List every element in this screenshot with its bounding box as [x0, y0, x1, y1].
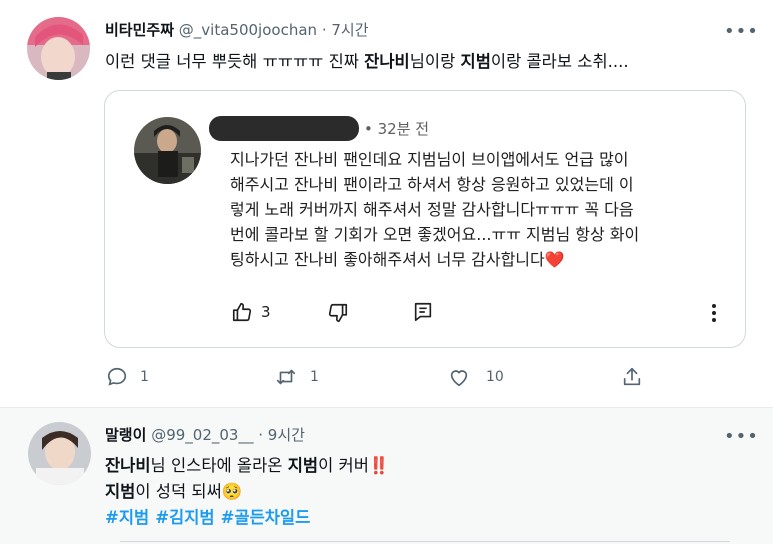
like-button[interactable]: 10	[448, 366, 504, 388]
hashtag-link[interactable]: #김지범	[155, 508, 214, 527]
tweet-text-line-1: 잔나비님 인스타에 올라온 지범이 커버‼️	[105, 456, 390, 475]
retweet-button[interactable]: 1	[274, 366, 319, 388]
timestamp[interactable]: · 9시간	[258, 426, 305, 444]
hashtags: #지범 #김지범 #골든차일드	[105, 505, 316, 530]
tweet-text: 이런 댓글 너무 뿌듯해 ㅠㅠㅠㅠ 진짜 잔나비님이랑 지범이랑 콜라보 소취.…	[105, 52, 629, 71]
avatar[interactable]	[28, 422, 91, 485]
tweet-header: 말랭이 @99_02_03__ · 9시간	[105, 425, 305, 445]
reply-icon	[107, 367, 127, 386]
comment-reply-icon	[414, 302, 432, 322]
tweet-text-line-2: 지범이 성덕 되써🥺	[105, 482, 243, 501]
tweet-1[interactable]: 비타민주짜 @_vita500joochan · 7시간 ••• 이런 댓글 너…	[0, 0, 773, 407]
handle[interactable]: @99_02_03__	[151, 426, 253, 444]
display-name[interactable]: 말랭이	[105, 426, 146, 444]
comment-like-button[interactable]: 3	[231, 301, 271, 323]
double-exclamation-emoji: ‼️	[368, 456, 390, 475]
retweet-icon	[276, 369, 296, 385]
comment-text: 지나가던 잔나비 팬인데요 지범님이 브이앱에서도 언급 많이 해주시고 잔나비…	[230, 150, 640, 269]
like-count: 10	[486, 369, 504, 385]
reply-button[interactable]: 1	[106, 366, 149, 388]
thumbs-down-icon	[328, 303, 348, 323]
redacted-username	[209, 116, 359, 141]
hashtag-link[interactable]: #지범	[105, 508, 149, 527]
avatar[interactable]	[27, 17, 90, 80]
comment-more-button[interactable]	[709, 302, 719, 324]
comment-like-count: 3	[261, 303, 271, 321]
tweet-header: 비타민주짜 @_vita500joochan · 7시간	[105, 20, 369, 40]
heart-icon	[450, 370, 468, 387]
more-dots-icon[interactable]: •••	[724, 23, 759, 41]
comment-dislike-button[interactable]	[327, 302, 349, 324]
share-button[interactable]	[621, 366, 643, 388]
tweet-2[interactable]: 말랭이 @99_02_03__ · 9시간 ••• 잔나비님 인스타에 올라온 …	[0, 407, 773, 544]
more-dots-icon[interactable]: •••	[724, 428, 759, 446]
hashtag-link[interactable]: #골든차일드	[221, 508, 311, 527]
share-icon	[623, 367, 641, 386]
commenter-avatar	[134, 117, 201, 184]
thumbs-up-icon	[232, 302, 252, 322]
comment-reply-button[interactable]	[412, 301, 434, 323]
timestamp[interactable]: · 7시간	[322, 21, 369, 39]
vertical-more-icon	[712, 304, 716, 322]
pleading-face-emoji: 🥺	[221, 482, 243, 501]
retweet-count: 1	[310, 369, 319, 385]
comment-time: • 32분 전	[364, 120, 430, 138]
display-name[interactable]: 비타민주짜	[105, 21, 174, 39]
handle[interactable]: @_vita500joochan	[179, 21, 317, 39]
reply-count: 1	[140, 369, 149, 385]
